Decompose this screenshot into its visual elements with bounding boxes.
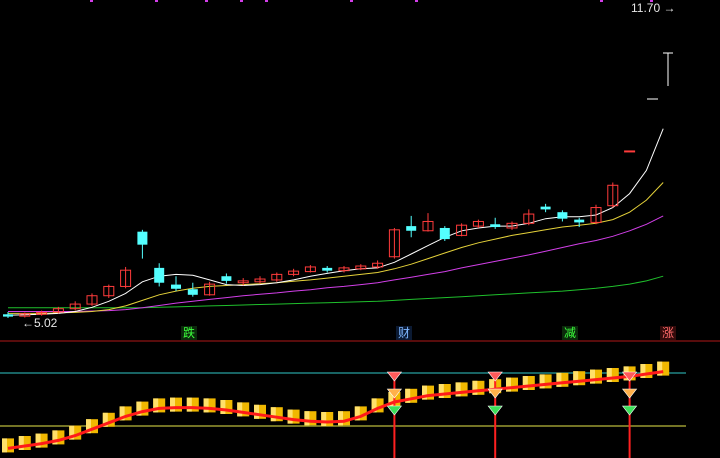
top-marker-6 xyxy=(415,0,418,2)
signal-block-shine xyxy=(287,409,293,424)
candle xyxy=(254,276,266,284)
candle-body xyxy=(490,224,501,228)
candle xyxy=(607,182,619,208)
alert-marker xyxy=(386,371,403,458)
alert-marker xyxy=(621,371,638,458)
candle xyxy=(439,226,450,241)
top-marker-0 xyxy=(90,0,93,2)
candle xyxy=(472,219,484,228)
alert-diamond-icon xyxy=(386,405,403,416)
event-tag-jian[interactable]: 减 xyxy=(562,326,579,340)
event-tag-zhang[interactable]: 涨 xyxy=(660,326,677,340)
candle xyxy=(187,282,198,297)
signal-line xyxy=(7,370,664,450)
signal-block xyxy=(321,412,334,426)
candle-body xyxy=(221,276,232,281)
signal-block xyxy=(2,438,14,453)
candle-body xyxy=(3,314,13,317)
price-low-value: 5.02 xyxy=(34,316,58,330)
candle xyxy=(204,281,216,296)
arrow-left-icon: ← xyxy=(22,316,34,330)
top-marker-7 xyxy=(600,0,603,2)
candle xyxy=(171,276,181,292)
candle xyxy=(69,301,81,311)
candle xyxy=(154,263,165,287)
signal-block xyxy=(304,411,317,426)
candle xyxy=(137,229,148,259)
candle-body xyxy=(154,267,165,283)
top-marker-3 xyxy=(240,0,243,2)
candle xyxy=(540,203,551,213)
alert-diamond-icon xyxy=(621,388,638,399)
candle-body xyxy=(171,284,181,289)
candle xyxy=(120,266,132,289)
ma60-line xyxy=(8,275,664,309)
signal-block-shine xyxy=(338,411,343,426)
candle xyxy=(422,213,434,232)
candle xyxy=(355,264,367,271)
top-marker-4 xyxy=(265,0,268,2)
top-marker-2 xyxy=(205,0,208,2)
signal-block-shine xyxy=(186,397,192,412)
signal-block-shine xyxy=(237,402,243,417)
candle-body xyxy=(624,150,636,153)
price-low-label: ←5.02 xyxy=(22,316,57,330)
alert-diamond-icon xyxy=(621,405,638,416)
signal-block-shine xyxy=(2,438,7,453)
signal-block xyxy=(186,397,199,412)
candle-body xyxy=(557,212,568,219)
top-marker-1 xyxy=(155,0,158,2)
alert-diamond-icon xyxy=(487,388,503,399)
candle xyxy=(288,268,300,277)
candle xyxy=(304,265,316,273)
candle-body xyxy=(137,231,148,245)
candle-body xyxy=(574,219,585,223)
candle xyxy=(372,260,384,269)
signal-block-shine xyxy=(203,398,209,413)
candle xyxy=(322,266,333,273)
signal-block xyxy=(170,397,182,412)
price-pane[interactable] xyxy=(3,0,673,318)
arrow-right-icon: → xyxy=(663,1,676,15)
candle xyxy=(624,150,636,153)
candle xyxy=(490,217,501,229)
alert-diamond-icon xyxy=(386,371,403,382)
candle-body xyxy=(406,226,417,231)
top-marker-5 xyxy=(350,0,353,2)
signal-block-shine xyxy=(220,400,226,414)
ma10-line xyxy=(8,182,664,314)
candle xyxy=(221,273,232,284)
price-high-label: 11.70 → xyxy=(631,1,675,15)
candle xyxy=(86,293,98,306)
candle xyxy=(3,311,13,318)
candle xyxy=(388,227,400,259)
signal-block-shine xyxy=(321,412,327,426)
event-tag-cai[interactable]: 财 xyxy=(396,326,413,340)
event-tag-die[interactable]: 跌 xyxy=(181,326,198,340)
ma20-line xyxy=(8,215,664,312)
candle xyxy=(271,272,283,282)
candle xyxy=(590,204,602,225)
stock-chart[interactable] xyxy=(0,0,720,458)
candle xyxy=(406,215,417,238)
candle-body xyxy=(187,289,198,295)
candle xyxy=(103,284,115,299)
alert-diamond-icon xyxy=(487,405,503,416)
price-high-value: 11.70 xyxy=(631,1,661,15)
candle-body xyxy=(322,267,333,271)
candle-body xyxy=(540,206,551,210)
candle xyxy=(557,210,568,222)
signal-block-shine xyxy=(254,404,259,419)
signal-block-shine xyxy=(304,411,310,426)
signal-block-shine xyxy=(270,407,276,422)
signal-block xyxy=(338,411,350,426)
candle-body xyxy=(439,227,450,240)
signal-block-shine xyxy=(170,397,175,412)
indicator-pane[interactable] xyxy=(0,361,686,458)
